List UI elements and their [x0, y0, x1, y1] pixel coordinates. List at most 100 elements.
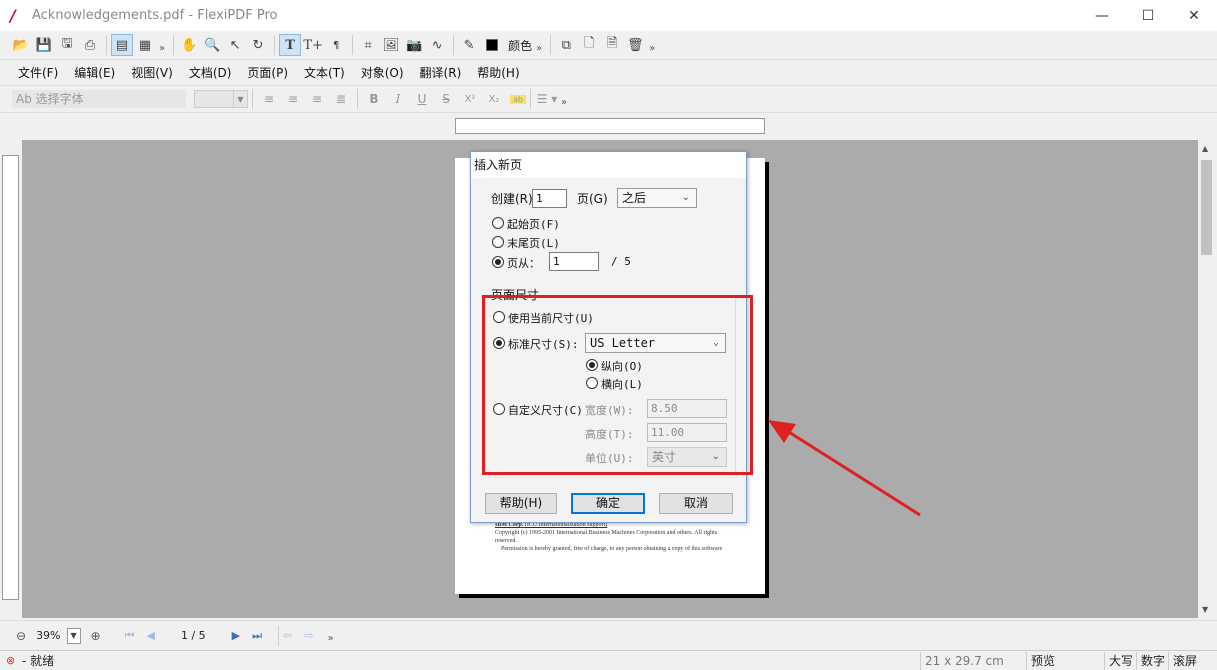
radio-page-from-label: 页从：	[507, 257, 540, 270]
menu-text[interactable]: 文本(T)	[296, 64, 353, 81]
zoom-out-icon[interactable]: ⊖	[16, 629, 26, 643]
select-arrow-icon[interactable]: ↖	[224, 34, 246, 56]
toolbar-divider	[352, 35, 354, 55]
position-value: 之后	[622, 191, 647, 205]
page-thumbnail-icon[interactable]: ⧉	[555, 34, 577, 56]
color-swatch	[486, 39, 499, 51]
toolbar-divider	[453, 35, 455, 55]
superscript-icon[interactable]: X²	[458, 94, 482, 105]
link-icon[interactable]: ∿	[426, 34, 448, 56]
color-label[interactable]: 颜色	[508, 37, 532, 54]
create-count-input[interactable]: 1	[532, 189, 567, 208]
num-lock-status: 数字	[1136, 652, 1170, 670]
zoom-in-icon[interactable]: ⊕	[91, 629, 101, 643]
crop-icon[interactable]: ⌗	[357, 34, 379, 56]
last-page-icon[interactable]: ⏭	[252, 629, 262, 643]
scroll-down-icon[interactable]: ▼	[1202, 605, 1208, 614]
ok-button[interactable]: 确定	[571, 493, 645, 514]
save-icon[interactable]: 💾	[33, 34, 55, 56]
open-icon[interactable]: 📂	[10, 34, 32, 56]
zoom-tool-icon[interactable]: 🔍	[201, 34, 223, 56]
menu-edit[interactable]: 编辑(E)	[66, 64, 123, 81]
first-page-icon[interactable]: ⏮	[125, 629, 135, 643]
menu-page[interactable]: 页面(P)	[239, 64, 296, 81]
next-page-icon[interactable]: ▶	[232, 629, 240, 642]
cancel-button[interactable]: 取消	[659, 493, 733, 514]
highlight-icon[interactable]: ab	[510, 94, 526, 104]
eyedropper-icon[interactable]: ✎	[458, 34, 480, 56]
font-select[interactable]: Ab 选择字体	[12, 90, 186, 108]
scroll-lock-status: 滚屏	[1168, 652, 1214, 670]
subscript-icon[interactable]: X₂	[482, 94, 506, 105]
toolbar-divider	[173, 35, 175, 55]
zoom-level[interactable]: 39%	[36, 629, 60, 642]
image-icon[interactable]: 🖼	[380, 34, 402, 56]
prev-page-icon[interactable]: ◀	[146, 629, 154, 642]
continuous-view-icon[interactable]: ▦	[134, 34, 156, 56]
toolbar-divider	[530, 89, 531, 109]
history-forward-icon[interactable]: ⇨	[304, 629, 313, 642]
close-button[interactable]: ✕	[1171, 0, 1217, 31]
menu-document[interactable]: 文档(D)	[181, 64, 240, 81]
maximize-button[interactable]: ☐	[1125, 0, 1171, 31]
align-left-icon[interactable]: ≡	[257, 92, 281, 106]
add-text-icon[interactable]: T+	[302, 34, 324, 56]
font-size-select[interactable]: ▼	[194, 90, 248, 108]
toolbar-overflow-icon[interactable]: »	[159, 43, 165, 54]
radio-last-page[interactable]	[492, 236, 504, 248]
menu-object[interactable]: 对象(O)	[353, 64, 412, 81]
menu-view[interactable]: 视图(V)	[123, 64, 181, 81]
delete-page-icon[interactable]: 🗑	[624, 34, 646, 56]
position-select[interactable]: 之后 ⌄	[617, 188, 697, 208]
radio-page-from[interactable]	[492, 256, 504, 268]
italic-icon[interactable]: I	[386, 92, 410, 106]
highlight-annotation-box	[482, 295, 753, 475]
print-icon[interactable]: ⎙	[79, 34, 101, 56]
align-justify-icon[interactable]: ≣	[329, 92, 353, 106]
toolbar-overflow-icon[interactable]: »	[536, 43, 542, 54]
create-label: 创建(R)	[491, 192, 533, 206]
align-center-icon[interactable]: ≡	[281, 92, 305, 106]
page-indicator[interactable]: 1 / 5	[181, 629, 206, 642]
window-title: Acknowledgements.pdf - FlexiPDF Pro	[32, 8, 278, 23]
error-status-icon: ⊗	[6, 653, 16, 667]
flexipdf-logo-icon: /	[10, 5, 16, 25]
color-picker[interactable]	[481, 34, 503, 56]
align-right-icon[interactable]: ≡	[305, 92, 329, 106]
menu-translate[interactable]: 翻译(R)	[412, 64, 470, 81]
line-spacing-icon[interactable]: ☰ ▾	[535, 92, 559, 106]
chevron-down-icon: ▼	[233, 91, 247, 107]
from-page-input[interactable]: 1	[549, 252, 599, 271]
toolbar-overflow-icon[interactable]: »	[649, 43, 655, 54]
toolbar-divider	[357, 89, 358, 109]
menu-help[interactable]: 帮助(H)	[469, 64, 527, 81]
help-button[interactable]: 帮助(H)	[485, 493, 557, 514]
zoom-dropdown[interactable]: ▼	[66, 627, 81, 644]
toolbar-overflow-icon[interactable]: »	[327, 633, 333, 644]
insert-page-icon[interactable]: 🗋	[578, 34, 600, 56]
doc-line: Copyright (c) 1995-2001 International Bu…	[495, 530, 718, 544]
rotate-icon[interactable]: ↻	[247, 34, 269, 56]
history-back-icon[interactable]: ⇦	[283, 629, 292, 642]
underline-icon[interactable]: U	[410, 92, 434, 106]
minimize-button[interactable]: —	[1079, 0, 1125, 31]
save-as-icon[interactable]: 🖫	[56, 34, 78, 56]
scrollbar-thumb[interactable]	[1201, 160, 1212, 255]
radio-first-page[interactable]	[492, 217, 504, 229]
text-edit-icon[interactable]: T	[279, 34, 302, 56]
bold-icon[interactable]: B	[362, 92, 386, 106]
preview-status: 预览	[1026, 652, 1102, 670]
edit-page-icon[interactable]: 🗎	[601, 34, 623, 56]
doc-line: Permission is hereby granted, free of ch…	[501, 546, 723, 552]
toolbar-overflow-icon[interactable]: »	[561, 97, 567, 108]
hand-tool-icon[interactable]: ✋	[178, 34, 200, 56]
camera-icon[interactable]: 📷	[403, 34, 425, 56]
status-ready: - 就绪	[22, 654, 55, 668]
vertical-scrollbar[interactable]: ▲ ▼	[1198, 140, 1215, 618]
vertical-text-icon[interactable]: ¶	[325, 34, 347, 56]
radio-first-page-label: 起始页(F)	[507, 218, 560, 231]
strikethrough-icon[interactable]: S	[434, 92, 458, 106]
scroll-up-icon[interactable]: ▲	[1202, 144, 1208, 153]
single-page-view-icon[interactable]: ▤	[111, 34, 133, 56]
menu-file[interactable]: 文件(F)	[10, 64, 66, 81]
